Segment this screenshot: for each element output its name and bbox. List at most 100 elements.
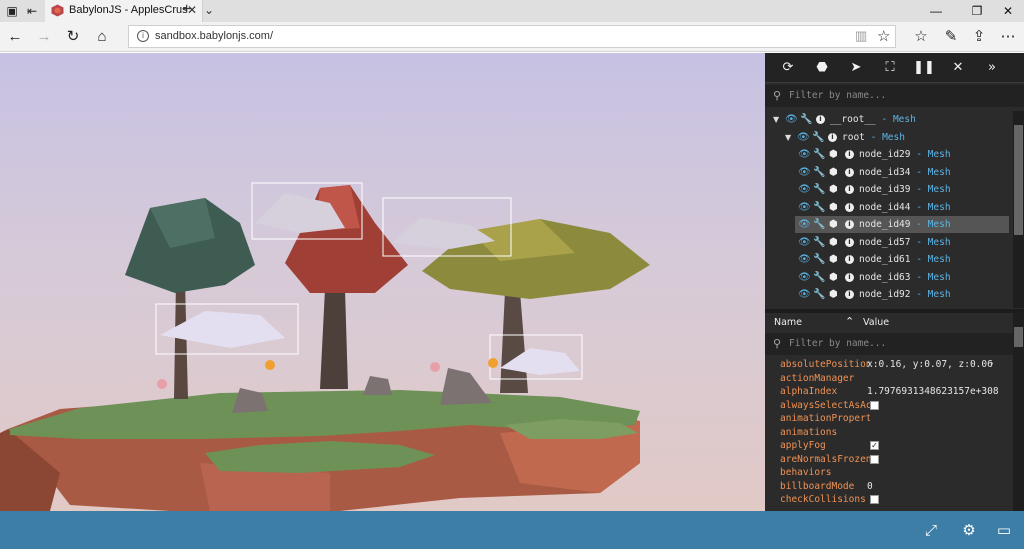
- open-file-icon[interactable]: ▭: [994, 520, 1014, 540]
- pen-icon[interactable]: ✎: [942, 28, 960, 46]
- url-text[interactable]: sandbox.babylonjs.com/: [155, 30, 273, 42]
- back-arrow-icon[interactable]: ←: [6, 28, 24, 46]
- tree-node[interactable]: 👁 🔧 ⬢ i node_id34 - Mesh: [795, 164, 1009, 181]
- tree-scrollbar-thumb[interactable]: [1014, 125, 1023, 235]
- property-value[interactable]: 1.7976931348623157e+308: [867, 385, 999, 398]
- tag-icon[interactable]: ⬣: [811, 58, 833, 78]
- restore-icon[interactable]: ❐: [963, 2, 991, 20]
- visibility-eye-icon[interactable]: 👁: [798, 199, 811, 216]
- visibility-eye-icon[interactable]: 👁: [798, 234, 811, 251]
- info-icon[interactable]: i: [845, 272, 854, 282]
- fullscreen-icon[interactable]: ⤢: [921, 520, 941, 540]
- property-row[interactable]: behaviors: [775, 466, 1013, 479]
- tree-node[interactable]: ▼ 👁 🔧 i root - Mesh: [765, 129, 1009, 146]
- visibility-eye-icon[interactable]: 👁: [798, 181, 811, 198]
- home-icon[interactable]: ⌂: [93, 28, 111, 46]
- bounding-box-icon[interactable]: ⬢: [829, 286, 838, 303]
- properties-scrollbar[interactable]: [1013, 313, 1024, 511]
- tab-actions-icon[interactable]: ▣: [4, 3, 20, 19]
- close-icon[interactable]: ✕: [947, 58, 969, 78]
- inspector-toggle-icon[interactable]: ⚙: [959, 520, 979, 540]
- close-window-icon[interactable]: ✕: [994, 2, 1022, 20]
- bounding-box-icon[interactable]: ⬢: [829, 234, 838, 251]
- visibility-eye-icon[interactable]: 👁: [798, 269, 811, 286]
- tree-filter-placeholder[interactable]: Filter by name...: [789, 90, 886, 101]
- info-icon[interactable]: i: [845, 167, 854, 177]
- tree-node[interactable]: 👁 🔧 ⬢ i node_id29 - Mesh: [795, 146, 1009, 163]
- tree-filter[interactable]: ⚲ Filter by name...: [765, 85, 1024, 107]
- bounding-box-icon[interactable]: ⬢: [829, 181, 838, 198]
- property-row[interactable]: applyFog ✓: [775, 439, 1013, 452]
- info-icon[interactable]: i: [845, 255, 854, 264]
- properties-filter-placeholder[interactable]: Filter by name...: [789, 338, 886, 349]
- wrench-icon[interactable]: 🔧: [813, 286, 825, 303]
- property-checkbox[interactable]: [870, 454, 879, 464]
- fullscreen-icon[interactable]: ⛶: [879, 58, 901, 78]
- refresh-icon[interactable]: ⟳: [777, 58, 799, 78]
- info-icon[interactable]: i: [845, 202, 854, 212]
- new-tab-button[interactable]: +: [182, 1, 191, 19]
- visibility-eye-icon[interactable]: 👁: [797, 129, 810, 146]
- minimize-icon[interactable]: —: [922, 2, 950, 20]
- property-row[interactable]: alphaIndex 1.7976931348623157e+308: [775, 385, 1013, 398]
- popout-icon[interactable]: »: [981, 58, 1003, 78]
- bounding-box-icon[interactable]: ⬢: [829, 216, 838, 233]
- visibility-eye-icon[interactable]: 👁: [798, 146, 811, 163]
- property-checkbox[interactable]: ✓: [870, 441, 879, 450]
- expand-chevron-icon[interactable]: ›: [990, 358, 994, 371]
- refresh-icon[interactable]: ↻: [64, 28, 82, 46]
- bounding-box-icon[interactable]: ⬢: [829, 146, 838, 163]
- visibility-eye-icon[interactable]: 👁: [785, 111, 798, 128]
- tree-node[interactable]: 👁 🔧 ⬢ i node_id57 - Mesh: [795, 234, 1009, 251]
- properties-filter[interactable]: ⚲ Filter by name...: [765, 333, 1024, 355]
- address-bar[interactable]: i sandbox.babylonjs.com/ ▥ ☆: [128, 25, 896, 48]
- property-value[interactable]: x:0.16, y:0.07, z:0.06: [867, 358, 993, 371]
- share-icon[interactable]: ⇪: [970, 28, 988, 46]
- info-icon[interactable]: i: [845, 237, 854, 247]
- info-icon[interactable]: i: [845, 185, 854, 194]
- reading-view-icon[interactable]: ▥: [855, 28, 867, 44]
- property-checkbox[interactable]: [870, 495, 879, 504]
- wrench-icon[interactable]: 🔧: [813, 234, 825, 251]
- pause-icon[interactable]: ❚❚: [913, 58, 935, 78]
- property-row[interactable]: billboardMode 0: [775, 480, 1013, 493]
- info-icon[interactable]: i: [816, 115, 825, 124]
- wrench-icon[interactable]: 🔧: [813, 216, 825, 233]
- visibility-eye-icon[interactable]: 👁: [798, 251, 811, 268]
- site-info-icon[interactable]: i: [137, 30, 149, 42]
- name-column-header[interactable]: Name: [774, 317, 802, 328]
- tab-list-chevron-icon[interactable]: ⌄: [204, 3, 214, 17]
- pick-pointer-icon[interactable]: ➤: [845, 58, 867, 78]
- tree-node[interactable]: ▼ 👁 🔧 i __root__ - Mesh: [765, 111, 1009, 128]
- properties-scrollbar-thumb[interactable]: [1014, 327, 1023, 347]
- tree-node[interactable]: 👁 🔧 ⬢ i node_id92 - Mesh: [795, 286, 1009, 303]
- bounding-box-icon[interactable]: ⬢: [829, 199, 838, 216]
- property-row[interactable]: actionManager: [775, 372, 1013, 385]
- value-column-header[interactable]: Value: [863, 317, 889, 328]
- info-icon[interactable]: i: [845, 290, 854, 299]
- tree-node[interactable]: 👁 🔧 ⬢ i node_id39 - Mesh: [795, 181, 1009, 198]
- visibility-eye-icon[interactable]: 👁: [798, 164, 811, 181]
- wrench-icon[interactable]: 🔧: [813, 251, 825, 268]
- property-row[interactable]: absolutePosition x:0.16, y:0.07, z:0.06 ›: [775, 358, 1013, 371]
- bounding-box-icon[interactable]: ⬢: [829, 164, 838, 181]
- property-row[interactable]: alwaysSelectAsAc…: [775, 399, 1013, 412]
- property-row[interactable]: animations: [775, 426, 1013, 439]
- tree-node[interactable]: 👁 🔧 ⬢ i node_id63 - Mesh: [795, 269, 1009, 286]
- favorites-list-icon[interactable]: ☆: [912, 28, 930, 46]
- property-value[interactable]: 0: [867, 480, 873, 493]
- property-row[interactable]: animationPropert…: [775, 412, 1013, 425]
- tree-node[interactable]: 👁 🔧 ⬢ i node_id49 - Mesh: [795, 216, 1009, 233]
- wrench-icon[interactable]: 🔧: [813, 199, 825, 216]
- property-row[interactable]: checkCollisions: [775, 493, 1013, 506]
- info-icon[interactable]: i: [828, 132, 837, 142]
- tree-node[interactable]: 👁 🔧 ⬢ i node_id61 - Mesh: [795, 251, 1009, 268]
- wrench-icon[interactable]: 🔧: [813, 164, 825, 181]
- wrench-icon[interactable]: 🔧: [800, 111, 812, 128]
- visibility-eye-icon[interactable]: 👁: [798, 216, 811, 233]
- tree-scrollbar[interactable]: [1013, 111, 1024, 308]
- expand-arrow-icon[interactable]: ▼: [785, 129, 791, 146]
- bounding-box-icon[interactable]: ⬢: [829, 269, 838, 286]
- property-checkbox[interactable]: [870, 400, 879, 410]
- visibility-eye-icon[interactable]: 👁: [798, 286, 811, 303]
